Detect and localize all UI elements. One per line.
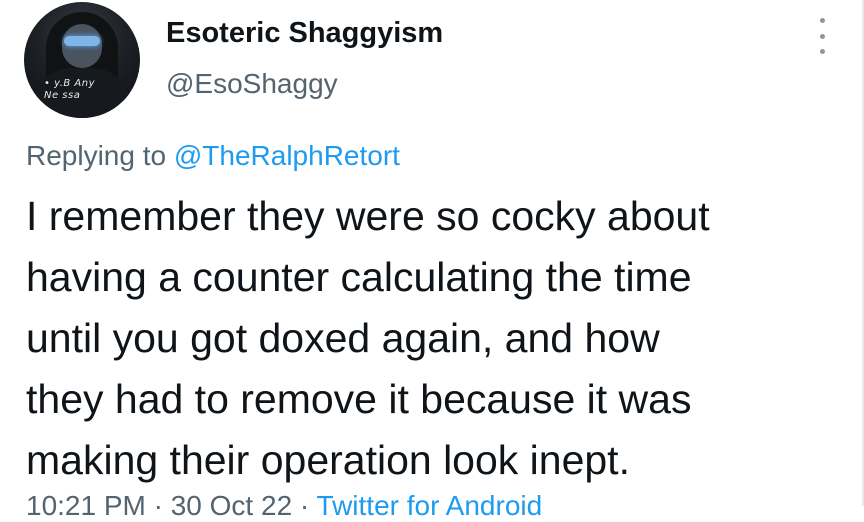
more-vertical-icon [819,18,825,23]
avatar-shirt-line: Ne ssa [44,90,81,101]
avatar[interactable]: • y.B Any Ne ssa [24,2,140,118]
display-name[interactable]: Esoteric Shaggyism [166,17,443,50]
replying-to: Replying to @TheRalphRetort [26,140,400,172]
tweet-meta: 10:21 PM · 30 Oct 22 · Twitter for Andro… [26,490,542,522]
more-options-button[interactable] [812,18,832,54]
avatar-glasses [64,36,100,46]
avatar-shirt-text: • y.B Any Ne ssa [44,78,124,102]
tweet-text-line: until you got doxed again, and how [26,315,660,361]
more-vertical-icon [819,49,825,54]
tweet-text-line: I remember they were so cocky about [26,193,710,239]
avatar-face [62,24,102,68]
tweet-text-line: having a counter calculating the time [26,254,692,300]
tweet-text-line: making their operation look inept. [26,437,630,483]
tweet-card: • y.B Any Ne ssa Esoteric Shaggyism @Eso… [0,0,864,521]
more-vertical-icon [819,33,825,39]
tweet-text-line: they had to remove it because it was [26,376,692,422]
reply-mention-link[interactable]: @TheRalphRetort [174,140,400,171]
avatar-shirt-line: • y.B Any [44,78,96,89]
tweet-text: I remember they were so cocky about havi… [26,186,856,491]
user-handle[interactable]: @EsoShaggy [166,68,338,100]
replying-to-label: Replying to [26,140,167,171]
